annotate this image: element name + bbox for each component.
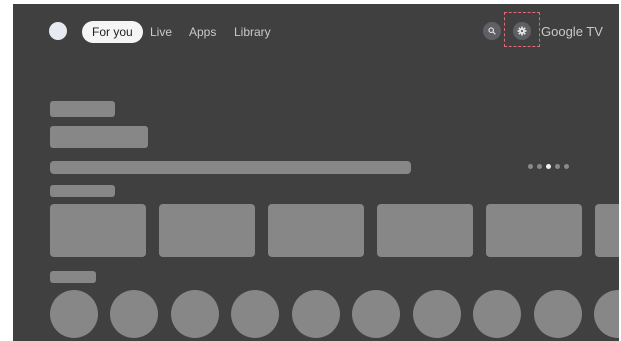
carousel-dot[interactable] xyxy=(528,164,533,169)
circle-item[interactable] xyxy=(594,290,619,338)
circle-item[interactable] xyxy=(171,290,219,338)
carousel-dot[interactable] xyxy=(537,164,542,169)
hero-subtitle-placeholder xyxy=(50,126,148,148)
circle-item[interactable] xyxy=(50,290,98,338)
tab-apps[interactable]: Apps xyxy=(189,21,216,43)
search-icon xyxy=(488,27,496,35)
circle-item[interactable] xyxy=(473,290,521,338)
circle-item[interactable] xyxy=(534,290,582,338)
row-label-placeholder xyxy=(50,271,96,283)
content-card[interactable] xyxy=(268,204,364,257)
circle-item[interactable] xyxy=(413,290,461,338)
circle-item[interactable] xyxy=(231,290,279,338)
circle-item[interactable] xyxy=(292,290,340,338)
hero-description-placeholder xyxy=(50,161,411,174)
brand-logo: Google TV xyxy=(541,24,603,39)
carousel-indicator xyxy=(528,164,569,169)
circle-item[interactable] xyxy=(110,290,158,338)
content-card[interactable] xyxy=(595,204,619,257)
tv-home-screen: For you Live Apps Library Google TV xyxy=(13,4,619,341)
row-label-placeholder xyxy=(50,185,115,197)
content-card[interactable] xyxy=(50,204,146,257)
hero-title-placeholder xyxy=(50,101,115,117)
circle-item[interactable] xyxy=(352,290,400,338)
content-card[interactable] xyxy=(486,204,582,257)
tab-live[interactable]: Live xyxy=(150,21,172,43)
carousel-dot[interactable] xyxy=(555,164,560,169)
tab-library[interactable]: Library xyxy=(234,21,271,43)
search-button[interactable] xyxy=(483,22,501,40)
tab-for-you[interactable]: For you xyxy=(82,21,143,43)
focus-highlight xyxy=(504,12,540,47)
carousel-dot-active[interactable] xyxy=(546,164,551,169)
top-navigation: For you Live Apps Library Google TV xyxy=(13,4,619,56)
carousel-dot[interactable] xyxy=(564,164,569,169)
content-card[interactable] xyxy=(377,204,473,257)
profile-avatar[interactable] xyxy=(49,22,67,40)
content-card[interactable] xyxy=(159,204,255,257)
